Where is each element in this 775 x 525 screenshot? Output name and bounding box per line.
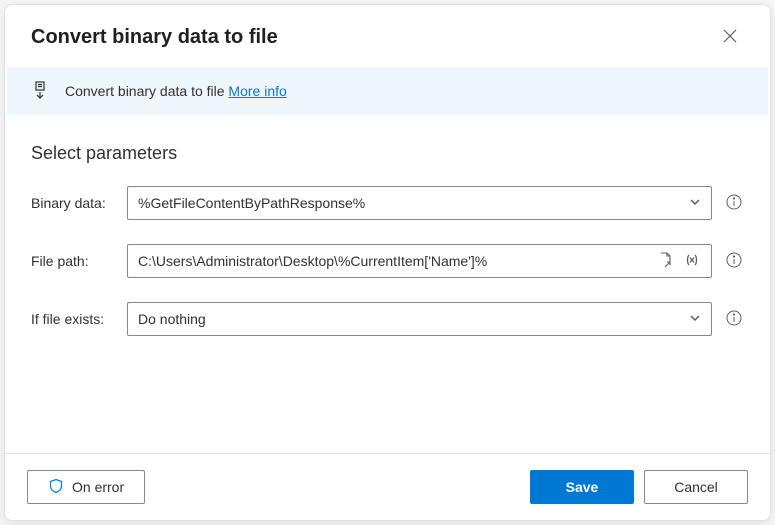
variable-icon — [683, 251, 701, 272]
dialog: Convert binary data to file Convert bina… — [4, 4, 771, 521]
file-path-label: File path: — [31, 253, 115, 269]
info-banner-description: Convert binary data to file — [65, 83, 225, 99]
cancel-label: Cancel — [674, 479, 718, 495]
dialog-title: Convert binary data to file — [31, 26, 278, 49]
info-icon — [726, 194, 742, 213]
file-arrow-icon — [657, 251, 675, 272]
if-file-exists-info-button[interactable] — [724, 309, 744, 329]
close-icon — [723, 29, 737, 46]
file-path-browse-button[interactable] — [653, 247, 679, 276]
info-icon — [726, 252, 742, 271]
save-button[interactable]: Save — [530, 470, 634, 504]
if-file-exists-label: If file exists: — [31, 311, 115, 327]
footer-right: Save Cancel — [530, 470, 748, 504]
field-if-file-exists: If file exists: Do nothing — [31, 302, 744, 336]
binary-data-info-button[interactable] — [724, 193, 744, 213]
binary-data-value: %GetFileContentByPathResponse% — [138, 195, 685, 211]
more-info-link[interactable]: More info — [228, 83, 286, 99]
dialog-footer: On error Save Cancel — [5, 453, 770, 520]
dialog-header: Convert binary data to file — [5, 5, 770, 63]
file-path-variable-button[interactable] — [679, 247, 705, 276]
on-error-label: On error — [72, 479, 124, 495]
file-path-input[interactable]: C:\Users\Administrator\Desktop\%CurrentI… — [127, 244, 712, 278]
chevron-down-icon — [689, 196, 701, 211]
info-icon — [726, 310, 742, 329]
field-binary-data: Binary data: %GetFileContentByPathRespon… — [31, 186, 744, 220]
shield-icon — [48, 478, 64, 497]
if-file-exists-chevron[interactable] — [685, 308, 705, 331]
if-file-exists-value: Do nothing — [138, 311, 685, 327]
binary-data-dropdown[interactable]: %GetFileContentByPathResponse% — [127, 186, 712, 220]
field-file-path: File path: C:\Users\Administrator\Deskto… — [31, 244, 744, 278]
dialog-body: Select parameters Binary data: %GetFileC… — [5, 115, 770, 453]
info-banner: Convert binary data to file More info — [7, 67, 768, 115]
file-path-value: C:\Users\Administrator\Desktop\%CurrentI… — [138, 253, 653, 269]
on-error-button[interactable]: On error — [27, 470, 145, 504]
section-title: Select parameters — [31, 143, 744, 164]
file-path-info-button[interactable] — [724, 251, 744, 271]
close-button[interactable] — [716, 23, 744, 51]
convert-file-icon — [33, 81, 51, 101]
cancel-button[interactable]: Cancel — [644, 470, 748, 504]
binary-data-chevron[interactable] — [685, 192, 705, 215]
chevron-down-icon — [689, 312, 701, 327]
save-label: Save — [566, 479, 599, 495]
if-file-exists-dropdown[interactable]: Do nothing — [127, 302, 712, 336]
binary-data-label: Binary data: — [31, 195, 115, 211]
info-banner-text: Convert binary data to file More info — [65, 83, 287, 99]
